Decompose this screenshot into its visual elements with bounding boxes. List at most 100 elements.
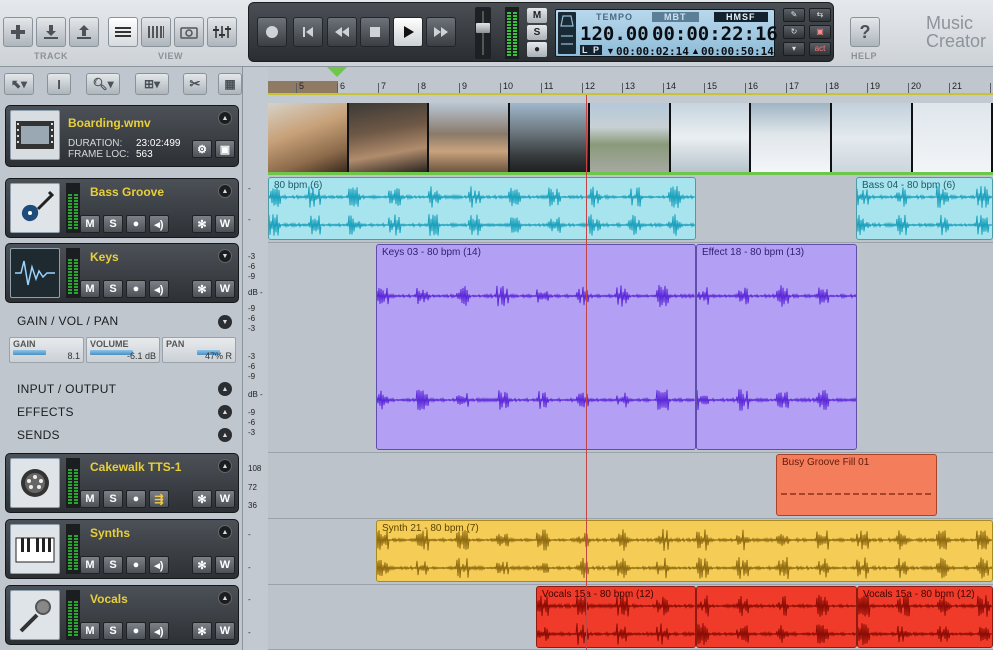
fx-button[interactable]: ✻ — [192, 556, 212, 574]
video-menu-dropdown[interactable]: ▲ — [218, 111, 232, 125]
act-button[interactable]: act — [809, 42, 831, 56]
track-menu-dropdown[interactable]: ▼ — [218, 249, 232, 263]
import-track-button[interactable] — [36, 17, 66, 47]
split-tool-button[interactable]: ✂ — [183, 73, 207, 95]
punch-button[interactable]: ▣ — [809, 25, 831, 39]
write-automation-button[interactable]: W — [215, 215, 235, 233]
gain-vol-pan-toggle[interactable]: ▼ — [218, 315, 232, 329]
track-name[interactable]: Vocals — [90, 592, 128, 606]
track-name[interactable]: Bass Groove — [90, 185, 164, 199]
loop-p-button[interactable]: P — [591, 45, 603, 55]
stop-button[interactable] — [360, 17, 390, 47]
master-record-button[interactable]: ● — [527, 42, 547, 57]
add-track-button[interactable] — [3, 17, 33, 47]
tempo-value[interactable]: 120.00 — [580, 23, 649, 45]
rewind-button[interactable] — [327, 17, 357, 47]
effects-section[interactable]: EFFECTS — [17, 405, 74, 419]
solo-button[interactable]: S — [103, 280, 123, 298]
fast-forward-button[interactable] — [426, 17, 456, 47]
solo-button[interactable]: S — [103, 490, 123, 508]
input-output-section[interactable]: INPUT / OUTPUT — [17, 382, 116, 396]
input-monitor-button[interactable]: ▾ — [783, 42, 805, 56]
input-echo-button[interactable]: ◂) — [149, 556, 169, 574]
lane-synths[interactable]: Synth 21 - 80 bpm (7) — [268, 519, 993, 585]
zoom-tool-button[interactable]: 🔍︎▾ — [86, 73, 120, 95]
timeline-ruler[interactable]: 5678910111213141516171819202122 — [268, 67, 993, 95]
mute-button[interactable]: M — [80, 490, 100, 508]
midi-clip[interactable]: Busy Groove Fill 01 — [776, 454, 937, 516]
video-toggle-button[interactable]: ▦ — [218, 73, 242, 95]
track-name[interactable]: Synths — [90, 526, 130, 540]
snapshot-view-button[interactable] — [174, 17, 204, 47]
video-track-header[interactable]: Boarding.wmv DURATION: 23:02:499 FRAME L… — [5, 105, 239, 167]
current-time[interactable]: 00:00:22:16 — [652, 23, 778, 45]
record-arm-button[interactable]: ● — [126, 280, 146, 298]
track-menu-dropdown[interactable]: ▲ — [218, 591, 232, 605]
loop-button[interactable]: ↻ — [783, 25, 805, 39]
write-automation-button[interactable]: W — [215, 280, 235, 298]
record-arm-button[interactable]: ● — [126, 490, 146, 508]
rewind-to-start-button[interactable] — [293, 17, 323, 47]
snap-button[interactable]: ⇆ — [809, 8, 831, 22]
audio-clip[interactable]: Synth 21 - 80 bpm (7) — [376, 520, 993, 582]
mute-button[interactable]: M — [80, 215, 100, 233]
gain-slider[interactable]: GAIN 8.1 — [9, 337, 84, 363]
loop-start-time[interactable]: 00:00:02:14 — [616, 45, 689, 58]
track-header-keys[interactable]: Keys ▼ M S ● ◂) ✻ W — [5, 243, 239, 303]
track-menu-dropdown[interactable]: ▲ — [218, 525, 232, 539]
track-menu-dropdown[interactable]: ▲ — [218, 184, 232, 198]
lane-midi[interactable]: Busy Groove Fill 01 — [268, 453, 993, 519]
mute-button[interactable]: M — [80, 280, 100, 298]
audio-clip[interactable]: Vocals 15a - 80 bpm (12) — [857, 586, 993, 648]
now-marker-icon[interactable] — [327, 67, 347, 77]
track-header-cakewalk[interactable]: Cakewalk TTS-1 ▲ M S ● ⇶ ✻ W — [5, 453, 239, 513]
lane-keys[interactable]: Keys 03 - 80 bpm (14) Effect 18 - 80 bpm… — [268, 243, 993, 453]
loop-end-time[interactable]: 00:00:50:14 — [701, 45, 774, 58]
master-solo-button[interactable]: S — [527, 25, 547, 40]
master-mute-button[interactable]: M — [527, 8, 547, 23]
fx-button[interactable]: ✻ — [192, 215, 212, 233]
solo-button[interactable]: S — [103, 215, 123, 233]
track-name[interactable]: Keys — [90, 250, 119, 264]
pan-slider[interactable]: PAN 47% R — [162, 337, 236, 363]
track-header-synths[interactable]: Synths ▲ M S ● ◂) ✻ W — [5, 519, 239, 579]
solo-button[interactable]: S — [103, 556, 123, 574]
write-automation-button[interactable]: W — [215, 490, 235, 508]
record-arm-button[interactable]: ● — [126, 556, 146, 574]
playhead-line[interactable] — [586, 95, 587, 650]
play-button[interactable] — [393, 17, 423, 47]
track-name[interactable]: Cakewalk TTS-1 — [90, 460, 181, 474]
sends-section[interactable]: SENDS — [17, 428, 60, 442]
fx-button[interactable]: ✻ — [192, 280, 212, 298]
video-thumbnail-strip[interactable] — [268, 103, 993, 172]
fx-button[interactable]: ✻ — [192, 490, 212, 508]
record-arm-button[interactable]: ● — [126, 215, 146, 233]
video-settings-button[interactable]: ⚙ — [192, 140, 212, 158]
record-button[interactable] — [257, 17, 287, 47]
input-echo-button[interactable]: ◂) — [149, 280, 169, 298]
video-window-button[interactable]: ▣ — [215, 140, 235, 158]
sends-toggle[interactable]: ▲ — [218, 428, 232, 442]
track-menu-dropdown[interactable]: ▲ — [218, 459, 232, 473]
audio-clip[interactable]: Keys 03 - 80 bpm (14) — [376, 244, 696, 450]
mute-button[interactable]: M — [80, 622, 100, 640]
volume-slider[interactable]: VOLUME -6.1 dB — [86, 337, 160, 363]
write-automation-button[interactable]: W — [215, 556, 235, 574]
fader-handle[interactable] — [476, 23, 490, 33]
lane-vocals[interactable]: Vocals 15a - 80 bpm (12) Vocals 15a - 80… — [268, 585, 993, 650]
solo-button[interactable]: S — [103, 622, 123, 640]
hmsf-toggle[interactable]: HMSF — [714, 12, 768, 22]
audio-clip[interactable] — [696, 586, 857, 648]
midi-echo-button[interactable]: ⇶ — [149, 490, 169, 508]
input-output-toggle[interactable]: ▲ — [218, 382, 232, 396]
audio-clip[interactable]: Effect 18 - 80 bpm (13) — [696, 244, 857, 450]
automation-button[interactable]: ✎ — [783, 8, 805, 22]
metronome-panel[interactable] — [558, 12, 576, 54]
lane-bass[interactable]: 80 bpm (6) Bass 04 - 80 bpm (6) — [268, 175, 993, 243]
fx-button[interactable]: ✻ — [192, 622, 212, 640]
text-tool-button[interactable]: I — [47, 73, 71, 95]
smart-tool-button[interactable]: ⬉▾ — [4, 73, 34, 95]
snap-tool-button[interactable]: ⊞▾ — [135, 73, 169, 95]
audio-clip[interactable]: Vocals 15a - 80 bpm (12) — [536, 586, 696, 648]
effects-toggle[interactable]: ▲ — [218, 405, 232, 419]
